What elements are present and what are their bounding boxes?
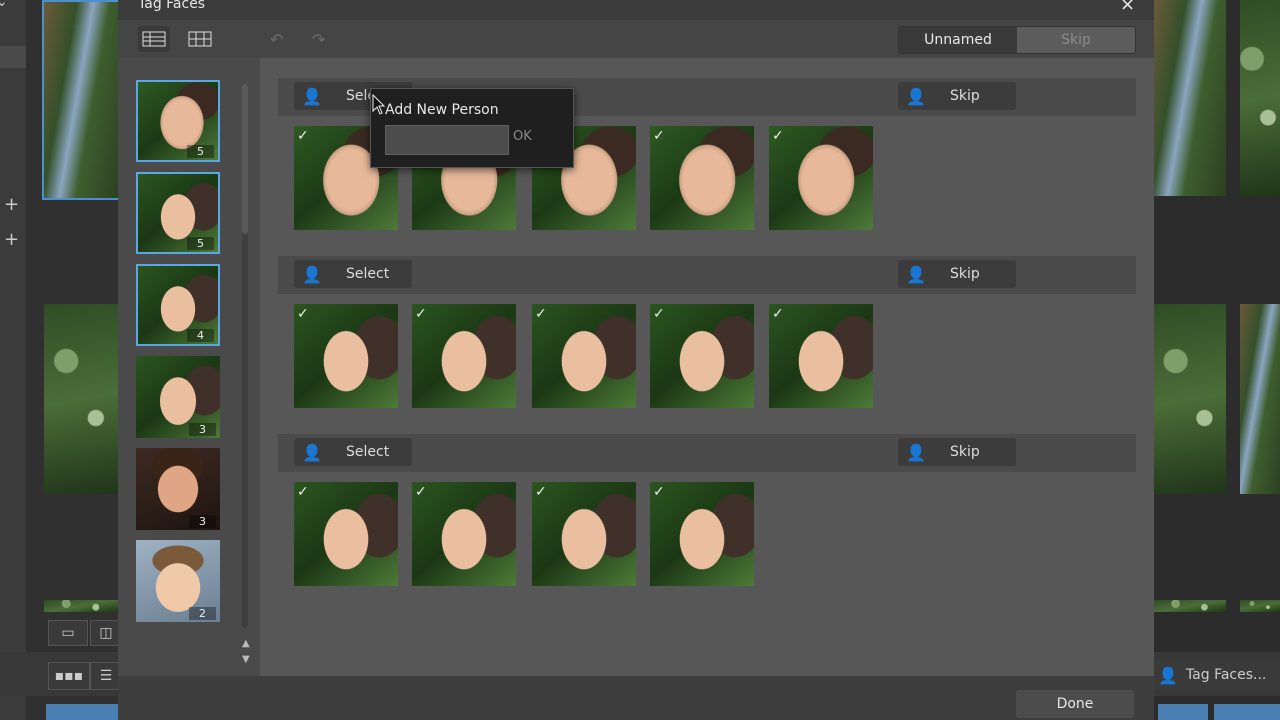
compare-view-icon: ◫ <box>99 625 113 641</box>
checkmark-icon[interactable]: ✓ <box>535 306 551 322</box>
dialog-footer <box>118 676 1154 720</box>
checkmark-icon[interactable]: ✓ <box>297 128 313 144</box>
face-thumbnail[interactable]: ✓ <box>294 482 398 586</box>
face-thumbnail[interactable]: ✓ <box>532 304 636 408</box>
skip-person-icon: 👤 <box>906 442 926 462</box>
done-button[interactable]: Done <box>1016 690 1134 718</box>
background-photo[interactable] <box>1154 0 1226 196</box>
select-label: Select <box>346 266 390 282</box>
checkmark-icon[interactable]: ✓ <box>415 484 431 500</box>
background-photo[interactable] <box>44 304 118 494</box>
bg-tool-highlight <box>0 46 26 68</box>
close-icon[interactable]: × <box>1120 0 1135 15</box>
person-face-count: 5 <box>187 145 214 158</box>
background-left-toolstrip <box>0 0 26 720</box>
checkmark-icon[interactable]: ✓ <box>297 306 313 322</box>
person-face-count: 4 <box>187 329 214 342</box>
background-blue-button[interactable] <box>1214 704 1280 720</box>
dialog-title: Tag Faces <box>138 0 206 12</box>
background-photo-selected[interactable] <box>42 0 122 200</box>
checkmark-icon[interactable]: ✓ <box>535 484 551 500</box>
checkmark-icon[interactable]: ✓ <box>772 306 788 322</box>
filmstrip-button[interactable]: ▪▪▪ <box>48 662 90 690</box>
person-thumbnail[interactable]: 2 <box>136 540 220 622</box>
skip-group-button[interactable]: 👤 Skip <box>898 260 1016 288</box>
skip-label: Skip <box>950 88 980 104</box>
single-view-button[interactable]: ▭ <box>48 620 88 646</box>
skip-group-button[interactable]: 👤 Skip <box>898 438 1016 466</box>
checkmark-icon[interactable]: ✓ <box>653 484 669 500</box>
skip-person-icon: 👤 <box>906 264 926 284</box>
filter-skip-button[interactable]: Skip <box>1017 27 1135 53</box>
background-photo[interactable] <box>1240 600 1280 612</box>
list-view-button[interactable] <box>138 26 170 52</box>
add-person-icon: 👤 <box>302 86 322 106</box>
grid-view-button[interactable] <box>184 26 216 52</box>
filmstrip-icon: ▪▪▪ <box>54 668 84 684</box>
skip-label: Skip <box>950 444 980 460</box>
chevron-icon[interactable]: ⌄ <box>0 0 8 10</box>
person-face-count: 2 <box>189 607 216 620</box>
select-label: Select <box>346 444 390 460</box>
background-photo[interactable] <box>1240 304 1280 494</box>
mouse-cursor-icon <box>372 94 386 115</box>
new-person-name-input[interactable] <box>385 125 509 155</box>
undo-icon[interactable]: ↶ <box>270 30 283 49</box>
dialog-titlebar <box>118 0 1154 20</box>
background-photo[interactable] <box>1154 304 1226 494</box>
person-thumbnail[interactable]: 3 <box>136 448 220 530</box>
person-thumbnail[interactable]: 5 <box>136 80 220 162</box>
face-thumbnail[interactable]: ✓ <box>650 126 754 230</box>
skip-person-icon: 👤 <box>906 86 926 106</box>
face-thumbnail[interactable]: ✓ <box>412 304 516 408</box>
add-person-icon: 👤 <box>302 442 322 462</box>
single-view-icon: ▭ <box>61 625 75 641</box>
background-photo[interactable] <box>44 600 118 612</box>
popup-ok-button[interactable]: OK <box>513 129 532 144</box>
redo-icon[interactable]: ↷ <box>312 30 325 49</box>
scroll-up-icon[interactable]: ▲ <box>242 638 250 649</box>
add-icon[interactable]: + <box>4 194 19 215</box>
tag-person-icon: 👤 <box>1158 665 1178 685</box>
face-thumbnail[interactable]: ✓ <box>769 304 873 408</box>
background-blue-button[interactable] <box>1158 704 1208 720</box>
people-scrollbar-thumb[interactable] <box>242 84 248 234</box>
list-icon: ☰ <box>99 668 113 684</box>
face-thumbnail[interactable]: ✓ <box>650 304 754 408</box>
person-thumbnail[interactable]: 4 <box>136 264 220 346</box>
face-thumbnail[interactable]: ✓ <box>769 126 873 230</box>
filter-unnamed-button[interactable]: Unnamed <box>899 27 1017 53</box>
checkmark-icon[interactable]: ✓ <box>653 306 669 322</box>
skip-label: Skip <box>950 266 980 282</box>
checkmark-icon[interactable]: ✓ <box>653 128 669 144</box>
face-thumbnail[interactable]: ✓ <box>412 482 516 586</box>
grid-view-icon <box>188 31 212 47</box>
skip-group-button[interactable]: 👤 Skip <box>898 82 1016 110</box>
face-thumbnail[interactable]: ✓ <box>650 482 754 586</box>
background-photo[interactable] <box>1154 600 1226 612</box>
person-face-count: 3 <box>189 515 216 528</box>
add-new-person-popup: Add New Person OK <box>370 88 574 168</box>
checkmark-icon[interactable]: ✓ <box>772 128 788 144</box>
select-person-button[interactable]: 👤 Select <box>294 438 412 466</box>
scroll-down-icon[interactable]: ▼ <box>242 654 250 665</box>
filter-toggle: Unnamed Skip <box>898 26 1136 54</box>
list-view-icon <box>142 31 166 47</box>
tag-faces-button[interactable]: 👤 Tag Faces... <box>1154 660 1280 690</box>
face-thumbnail[interactable]: ✓ <box>294 304 398 408</box>
face-thumbnail[interactable]: ✓ <box>532 482 636 586</box>
background-photo[interactable] <box>1240 0 1280 196</box>
person-thumbnail[interactable]: 3 <box>136 356 220 438</box>
select-person-button[interactable]: 👤 Select <box>294 260 412 288</box>
person-thumbnail[interactable]: 5 <box>136 172 220 254</box>
checkmark-icon[interactable]: ✓ <box>297 484 313 500</box>
person-face-count: 3 <box>189 423 216 436</box>
add-person-icon: 👤 <box>302 264 322 284</box>
tag-faces-button-label: Tag Faces... <box>1185 667 1267 683</box>
add-icon-2[interactable]: + <box>4 229 19 250</box>
person-face-count: 5 <box>187 237 214 250</box>
popup-title: Add New Person <box>385 102 499 118</box>
checkmark-icon[interactable]: ✓ <box>415 306 431 322</box>
background-blue-button[interactable] <box>46 704 118 720</box>
